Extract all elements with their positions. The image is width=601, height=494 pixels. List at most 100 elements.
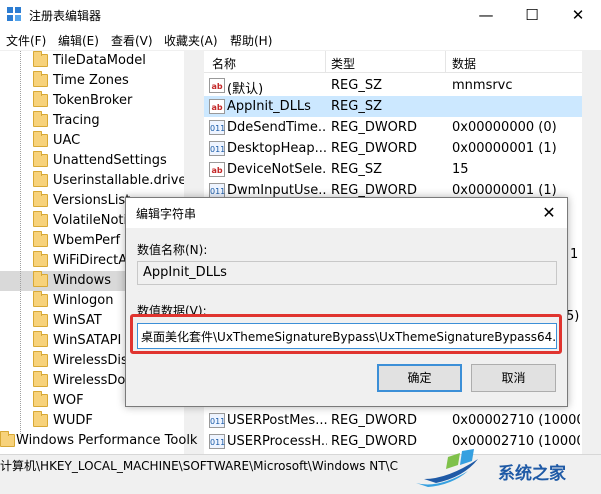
tree-item-label: Winlogon xyxy=(53,293,114,308)
folder-icon xyxy=(33,91,48,107)
dialog-title-bar: 编辑字符串 ✕ xyxy=(126,198,567,228)
folder-icon xyxy=(33,311,48,327)
tree-item[interactable]: Tracing xyxy=(0,111,199,131)
tree-item[interactable]: Time Zones xyxy=(0,71,199,91)
column-type[interactable]: 类型 xyxy=(331,55,355,72)
tree-item-label: WinSATAPI xyxy=(53,333,122,348)
value-data: 0x00002710 (10000) xyxy=(452,413,580,428)
value-type: REG_SZ xyxy=(331,78,382,93)
close-button[interactable]: ✕ xyxy=(555,0,601,29)
value-name: USERPostMes... xyxy=(227,413,327,428)
folder-icon xyxy=(0,431,15,447)
value-name: DdeSendTime... xyxy=(227,120,327,135)
tree-item[interactable]: Userinstallable.drivers xyxy=(0,171,199,191)
dialog-close-button[interactable]: ✕ xyxy=(538,202,560,224)
menu-help[interactable]: 帮助(H) xyxy=(230,32,272,49)
binary-value-icon: 011 xyxy=(209,120,225,135)
list-header: 名称 类型 数据 xyxy=(204,51,601,73)
tree-item[interactable]: TokenBroker xyxy=(0,91,199,111)
menu-favorites[interactable]: 收藏夹(A) xyxy=(164,32,218,49)
folder-icon xyxy=(33,131,48,147)
folder-icon xyxy=(33,231,48,247)
partial-data-text: 5) xyxy=(566,309,580,324)
value-type: REG_DWORD xyxy=(331,183,417,198)
value-row[interactable]: 011 DesktopHeap... REG_DWORD 0x00000001 (1) xyxy=(204,138,582,159)
tree-item-label: WinSAT xyxy=(53,313,102,328)
folder-icon xyxy=(33,51,48,67)
value-data: 15 xyxy=(452,162,469,177)
highlight-annotation xyxy=(130,314,562,354)
folder-icon xyxy=(33,151,48,167)
tree-item-label: Windows Performance Toolk xyxy=(16,433,198,448)
value-name: DeviceNotSele... xyxy=(227,162,327,177)
value-name-field: AppInit_DLLs xyxy=(137,261,557,285)
value-row[interactable]: ab AppInit_DLLs REG_SZ xyxy=(204,96,582,117)
folder-icon xyxy=(33,111,48,127)
window-title: 注册表编辑器 xyxy=(29,9,102,23)
menu-file[interactable]: 文件(F) xyxy=(6,32,46,49)
folder-icon xyxy=(33,251,48,267)
tree-item[interactable]: UAC xyxy=(0,131,199,151)
folder-icon xyxy=(33,351,48,367)
tree-item[interactable]: WUDF xyxy=(0,411,199,431)
list-vertical-scrollbar[interactable] xyxy=(582,51,601,454)
watermark-logo-icon xyxy=(416,449,478,487)
folder-icon xyxy=(33,191,48,207)
value-row[interactable]: ab DeviceNotSele... REG_SZ 15 xyxy=(204,159,582,180)
ok-button[interactable]: 确定 xyxy=(377,364,462,392)
column-data[interactable]: 数据 xyxy=(452,55,476,72)
tree-item[interactable]: TileDataModel xyxy=(0,51,199,71)
tree-item[interactable]: UnattendSettings xyxy=(0,151,199,171)
value-type: REG_SZ xyxy=(331,162,382,177)
value-row[interactable]: 011 USERPostMes... REG_DWORD 0x00002710 (10… xyxy=(204,410,582,431)
folder-icon xyxy=(33,291,48,307)
value-name: (默认) xyxy=(227,82,264,97)
value-row[interactable]: 011 DdeSendTime... REG_DWORD 0x00000000 (0) xyxy=(204,117,582,138)
registry-editor-icon xyxy=(7,7,21,21)
cancel-button[interactable]: 取消 xyxy=(471,364,556,392)
tree-item-label: TileDataModel xyxy=(53,53,146,68)
menu-view[interactable]: 查看(V) xyxy=(111,32,153,49)
minimize-button[interactable]: — xyxy=(463,0,509,29)
tree-item-label: UnattendSettings xyxy=(53,153,167,168)
tree-item-label: WOF xyxy=(53,393,84,408)
string-value-icon: ab xyxy=(209,162,225,177)
maximize-button[interactable]: ☐ xyxy=(509,0,555,29)
tree-item-label: UAC xyxy=(53,133,81,148)
tree-item-label: WUDF xyxy=(53,413,93,428)
value-row[interactable]: ab (默认) REG_SZ mnmsrvc xyxy=(204,75,582,97)
partial-data-text: 1 xyxy=(570,247,579,262)
folder-icon xyxy=(33,211,48,227)
value-data: mnmsrvc xyxy=(452,78,513,93)
column-name[interactable]: 名称 xyxy=(212,55,236,72)
menu-edit[interactable]: 编辑(E) xyxy=(58,32,99,49)
tree-item-label: WbemPerf xyxy=(53,233,121,248)
status-path: 计算机\HKEY_LOCAL_MACHINE\SOFTWARE\Microsof… xyxy=(0,459,398,473)
value-type: REG_SZ xyxy=(331,99,382,114)
value-name-text: AppInit_DLLs xyxy=(143,265,227,280)
value-name: DesktopHeap... xyxy=(227,141,327,156)
column-divider[interactable] xyxy=(325,51,326,73)
tree-item-windows-performance[interactable]: Windows Performance Toolk xyxy=(0,431,197,451)
watermark-text: 系统之家 xyxy=(498,464,566,484)
value-name: USERProcessH... xyxy=(227,434,327,449)
folder-icon xyxy=(33,371,48,387)
folder-icon xyxy=(33,391,48,407)
tree-item-label: Time Zones xyxy=(53,73,129,88)
menu-bar: 文件(F) 编辑(E) 查看(V) 收藏夹(A) 帮助(H) xyxy=(0,29,601,51)
column-divider[interactable] xyxy=(445,51,446,73)
tree-item-label: WirelessDoc xyxy=(53,373,133,388)
value-name: AppInit_DLLs xyxy=(227,99,311,114)
folder-icon xyxy=(33,331,48,347)
value-name: DwmInputUse... xyxy=(227,183,327,198)
folder-icon xyxy=(33,411,48,427)
value-data: 0x00000001 (1) xyxy=(452,141,557,156)
folder-icon xyxy=(33,271,48,287)
binary-value-icon: 011 xyxy=(209,413,225,428)
value-data: 0x00000001 (1) xyxy=(452,183,557,198)
binary-value-icon: 011 xyxy=(209,183,225,198)
title-bar: 注册表编辑器 — ☐ ✕ xyxy=(0,0,601,29)
string-value-icon: ab xyxy=(209,99,225,114)
folder-icon xyxy=(33,171,48,187)
value-data: 0x00000000 (0) xyxy=(452,120,557,135)
